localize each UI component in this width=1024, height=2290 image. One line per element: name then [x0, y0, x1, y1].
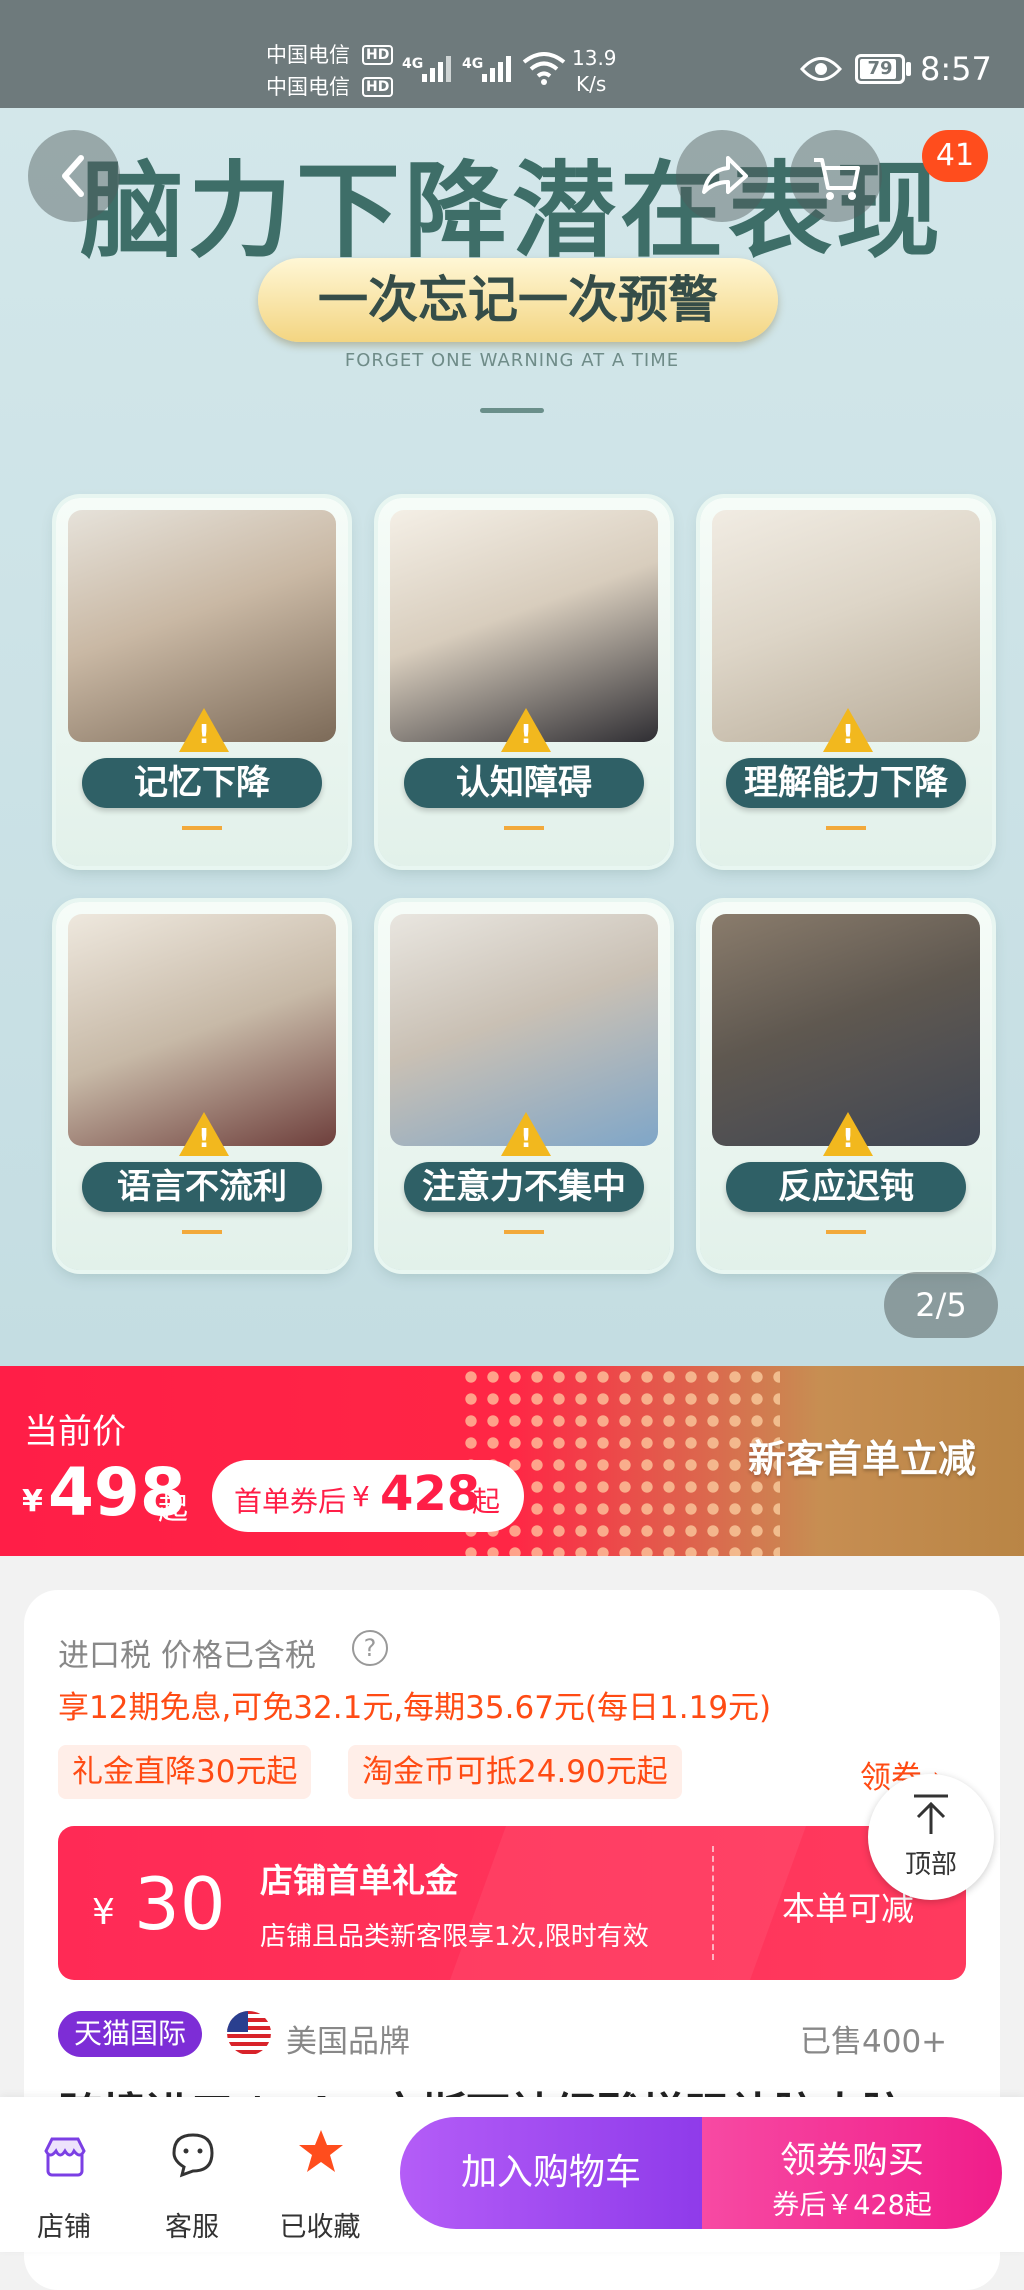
- symptom-card: ! 反应迟钝: [700, 902, 992, 1270]
- coupon-price-suffix: 起: [472, 1485, 501, 1518]
- add-to-cart-button[interactable]: 加入购物车: [400, 2117, 702, 2229]
- symptom-label: 记忆下降: [82, 758, 322, 808]
- buy-sublabel: 券后￥428起: [772, 2190, 932, 2221]
- hd-badge-1: HD: [362, 45, 394, 65]
- star-icon: [299, 2130, 343, 2172]
- hero-ribbon: 一次忘记一次预警: [258, 258, 778, 342]
- net-speed-value: 13.9: [572, 46, 617, 70]
- chevron-left-icon: [62, 155, 84, 197]
- carrier-1: 中国电信: [266, 43, 350, 67]
- symptom-card: ! 注意力不集中: [378, 902, 670, 1270]
- us-flag-icon: [227, 2011, 271, 2055]
- coupon-price-prefix: 首单券后: [234, 1485, 347, 1518]
- symptom-label: 语言不流利: [82, 1162, 322, 1212]
- new-customer-promo: 新客首单立减: [748, 1437, 977, 1481]
- favorite-button[interactable]: 已收藏: [270, 2097, 370, 2252]
- coupon-title: 店铺首单礼金: [260, 1861, 458, 1900]
- product-image-carousel[interactable]: 脑力下降潜在表现 一次忘记一次预警 FORGET ONE WARNING AT …: [0, 108, 1024, 1366]
- symptom-label: 注意力不集中: [404, 1162, 644, 1212]
- coupon-price-currency: ¥: [352, 1480, 370, 1513]
- cart-button[interactable]: [790, 130, 882, 222]
- shop-label: 店铺: [37, 2212, 91, 2243]
- cart-icon: [814, 158, 860, 200]
- shop-first-order-coupon[interactable]: ¥ 30 店铺首单礼金 店铺且品类新客限享1次,限时有效 本单可减: [58, 1826, 966, 1980]
- bottom-action-bar: 店铺 客服 已收藏 加入购物车 领券购买 券后￥428起: [0, 2097, 1024, 2252]
- symptom-card: ! 记忆下降: [56, 498, 348, 866]
- coupon-action: 本单可减: [782, 1889, 914, 1928]
- coupon-amount: 30: [134, 1862, 226, 1946]
- price-suffix: 起: [158, 1492, 188, 1527]
- eye-icon: [800, 57, 842, 81]
- symptom-card: ! 认知障碍: [378, 498, 670, 866]
- help-icon[interactable]: ?: [352, 1630, 388, 1666]
- current-price-label: 当前价: [24, 1412, 126, 1452]
- symptom-label: 认知障碍: [404, 758, 644, 808]
- image-pager: 2/5: [884, 1272, 998, 1338]
- share-button[interactable]: [676, 130, 768, 222]
- add-to-cart-label: 加入购物车: [460, 2152, 641, 2193]
- hero-divider: [480, 408, 544, 413]
- hero-subtitle: FORGET ONE WARNING AT A TIME: [344, 350, 680, 371]
- share-icon: [702, 156, 748, 194]
- sold-count: 已售400+: [800, 2024, 948, 2060]
- symptom-card: ! 语言不流利: [56, 902, 348, 1270]
- battery-icon: 79: [855, 54, 905, 84]
- clock: 8:57: [920, 50, 992, 88]
- back-button[interactable]: [28, 130, 120, 222]
- customer-service-button[interactable]: 客服: [142, 2097, 242, 2252]
- signal-icon-2: [482, 56, 511, 82]
- price-currency: ¥: [22, 1484, 43, 1519]
- carrier-2: 中国电信: [266, 75, 350, 99]
- tmall-global-badge: 天猫国际: [58, 2011, 203, 2057]
- shop-icon: [44, 2137, 86, 2177]
- gift-cash-tag[interactable]: 礼金直降30元起: [58, 1745, 312, 1799]
- favorite-label: 已收藏: [279, 2212, 361, 2243]
- arrow-up-icon: [914, 1794, 948, 1834]
- price-banner: 当前价 ¥ 498 起 首单券后 ¥ 428 起 新客首单立减: [0, 1366, 1024, 1556]
- tax-info: 进口税 价格已含税: [58, 1638, 316, 1674]
- taojinbi-tag[interactable]: 淘金币可抵24.90元起: [348, 1745, 682, 1799]
- net-speed-unit: K/s: [576, 72, 607, 96]
- wifi-icon: [522, 52, 566, 85]
- back-to-top-label: 顶部: [904, 1850, 957, 1880]
- customer-service-label: 客服: [165, 2212, 219, 2243]
- symptom-card: ! 理解能力下降: [700, 498, 992, 866]
- back-to-top-button[interactable]: 顶部: [868, 1774, 994, 1900]
- chat-face-icon: [172, 2133, 214, 2178]
- coupon-desc: 店铺且品类新客限享1次,限时有效: [260, 1922, 649, 1952]
- battery-level: 79: [867, 58, 893, 79]
- status-bar: 中国电信 中国电信 HD HD 4G 4G 13.9 K/s 79 8:57: [0, 0, 1024, 108]
- symptom-label: 反应迟钝: [726, 1162, 966, 1212]
- hd-badge-2: HD: [362, 77, 394, 97]
- cart-badge: 41: [922, 130, 988, 182]
- coupon-price-pill: 首单券后 ¥ 428 起: [212, 1460, 524, 1532]
- symptom-label: 理解能力下降: [726, 758, 966, 808]
- buy-label: 领券购买: [779, 2140, 924, 2181]
- coupon-price-value: 428: [380, 1466, 481, 1522]
- shop-button[interactable]: 店铺: [14, 2097, 114, 2252]
- brand-origin: 美国品牌: [286, 2024, 410, 2060]
- signal-icon-1: [422, 56, 451, 82]
- coupon-currency: ¥: [92, 1892, 115, 1933]
- buy-with-coupon-button[interactable]: 领券购买 券后￥428起: [702, 2117, 1002, 2229]
- installment-info: 享12期免息,可免32.1元,每期35.67元(每日1.19元): [58, 1690, 772, 1726]
